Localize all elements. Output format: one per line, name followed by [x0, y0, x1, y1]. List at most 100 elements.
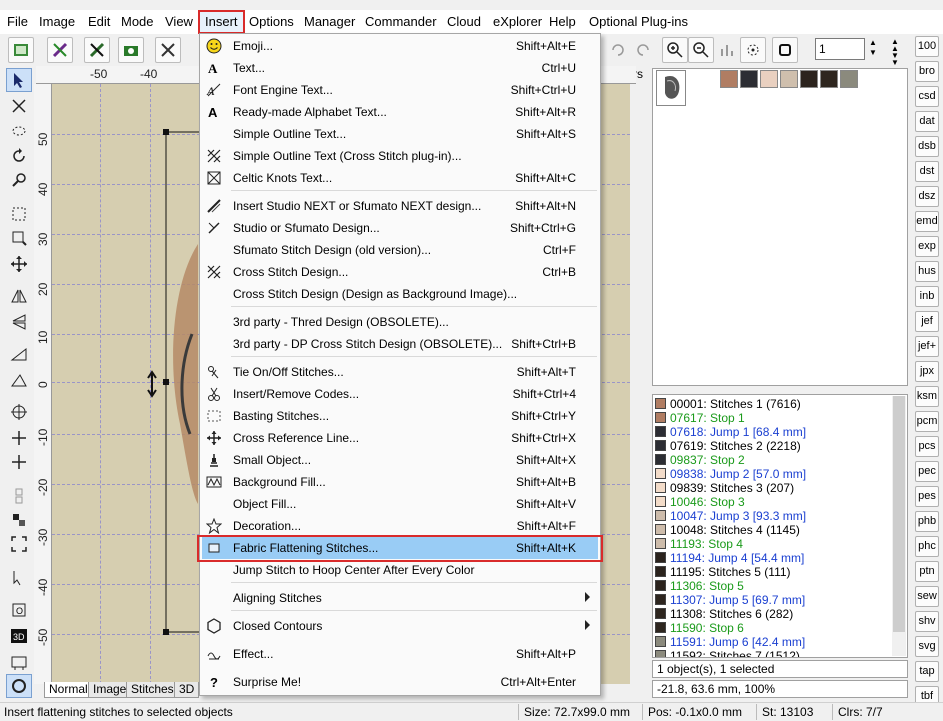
mirror-vertical-icon[interactable]	[6, 310, 32, 334]
camera-icon[interactable]	[118, 37, 144, 63]
menu-optional-plug-ins[interactable]: Optional Plug-ins	[582, 10, 695, 34]
filetype-button-dat[interactable]: dat	[915, 111, 939, 132]
filetype-button-exp[interactable]: exp	[915, 236, 939, 257]
list-item[interactable]: 00001: Stitches 1 (7616)	[655, 397, 891, 411]
list-item[interactable]: 10046: Stop 3	[655, 495, 891, 509]
filetype-button-pec[interactable]: pec	[915, 461, 939, 482]
list-item[interactable]: 10048: Stitches 4 (1145)	[655, 523, 891, 537]
menu-cloud[interactable]: Cloud	[440, 10, 488, 34]
rotate-icon[interactable]	[6, 144, 32, 168]
menu-item-cross-reference-line[interactable]: Cross Reference Line... Shift+Ctrl+X	[202, 427, 598, 449]
menu-item-simple-outline-text[interactable]: Simple Outline Text... Shift+Alt+S	[202, 123, 598, 145]
menu-item-text[interactable]: A Text... Ctrl+U	[202, 57, 598, 79]
color-list[interactable]: 00001: Stitches 1 (7616) 07617: Stop 1 076…	[652, 394, 908, 658]
filetype-button-pcs[interactable]: pcs	[915, 436, 939, 457]
menu-edit[interactable]: Edit	[81, 10, 117, 34]
menu-item-emoji[interactable]: Emoji... Shift+Alt+E	[202, 35, 598, 57]
list-item[interactable]: 11307: Jump 5 [69.7 mm]	[655, 593, 891, 607]
menu-file[interactable]: File	[0, 10, 35, 34]
color-swatch[interactable]	[740, 70, 758, 88]
list-item[interactable]: 11195: Stitches 5 (111)	[655, 565, 891, 579]
color-swatch[interactable]	[720, 70, 738, 88]
lasso-select-icon[interactable]	[6, 94, 32, 118]
menu-item-surprise-me[interactable]: ? Surprise Me! Ctrl+Alt+Enter	[202, 671, 598, 693]
list-item[interactable]: 10047: Jump 3 [93.3 mm]	[655, 509, 891, 523]
color-swatch[interactable]	[780, 70, 798, 88]
stitch-edit-icon[interactable]	[6, 566, 32, 590]
filetype-button-ptn[interactable]: ptn	[915, 561, 939, 582]
move-icon[interactable]	[6, 252, 32, 276]
zoom-spinner[interactable]: ▲ ▼	[867, 38, 879, 60]
filetype-button-100[interactable]: 100	[915, 36, 939, 57]
menu-item-effect[interactable]: Effect... Shift+Alt+P	[202, 643, 598, 665]
menu-item-celtic-knots-text[interactable]: Celtic Knots Text... Shift+Alt+C	[202, 167, 598, 189]
filetype-button-hus[interactable]: hus	[915, 261, 939, 282]
menu-help[interactable]: Help	[542, 10, 583, 34]
menu-item-background-fill[interactable]: Background Fill... Shift+Alt+B	[202, 471, 598, 493]
filetype-button-inb[interactable]: inb	[915, 286, 939, 307]
filetype-button-phc[interactable]: phc	[915, 536, 939, 557]
menu-item-3rd-party-thred-design-obsolete[interactable]: 3rd party - Thred Design (OBSOLETE)...	[202, 311, 598, 333]
menu-item-studio-or-sfumato-design[interactable]: Studio or Sfumato Design... Shift+Ctrl+G	[202, 217, 598, 239]
undo-icon[interactable]	[605, 37, 631, 63]
scrollbar-thumb[interactable]	[893, 396, 905, 632]
menu-item-closed-contours[interactable]: Closed Contours	[202, 615, 598, 637]
menu-insert[interactable]: Insert	[198, 10, 245, 34]
color-swatch[interactable]	[840, 70, 858, 88]
fit-icon[interactable]	[6, 532, 32, 556]
filetype-button-ksm[interactable]: ksm	[915, 386, 939, 407]
skew-alt-icon[interactable]	[6, 368, 32, 392]
menu-explorer[interactable]: eXplorer	[486, 10, 549, 34]
tab-image[interactable]: Image	[88, 682, 132, 698]
list-item[interactable]: 11591: Jump 6 [42.4 mm]	[655, 635, 891, 649]
zoom-in-icon[interactable]	[662, 37, 688, 63]
list-item[interactable]: 11590: Stop 6	[655, 621, 891, 635]
menu-view[interactable]: View	[158, 10, 200, 34]
tab-normal[interactable]: Normal	[44, 682, 93, 698]
filetype-button-dsb[interactable]: dsb	[915, 136, 939, 157]
filetype-button-jef[interactable]: jef	[915, 311, 939, 332]
design-thumbnail[interactable]	[656, 70, 686, 106]
menu-manager[interactable]: Manager	[297, 10, 362, 34]
zoom-tool-icon[interactable]	[6, 168, 32, 192]
menu-item-insert-remove-codes[interactable]: Insert/Remove Codes... Shift+Ctrl+4	[202, 383, 598, 405]
list-item[interactable]: 11194: Jump 4 [54.4 mm]	[655, 551, 891, 565]
new-design-icon[interactable]	[8, 37, 34, 63]
filetype-button-jpx[interactable]: jpx	[915, 361, 939, 382]
redo-icon[interactable]	[630, 37, 656, 63]
menu-item-cross-stitch-design[interactable]: Cross Stitch Design... Ctrl+B	[202, 261, 598, 283]
tab-stitches[interactable]: Stitches	[126, 682, 179, 698]
filetype-button-shv[interactable]: shv	[915, 611, 939, 632]
menu-item-ready-made-alphabet-text[interactable]: A Ready-made Alphabet Text... Shift+Alt+R	[202, 101, 598, 123]
scroll-arrows[interactable]: ▲ ▲ ▼ ▼	[884, 38, 906, 67]
stop-code-icon[interactable]: O	[6, 598, 32, 622]
filetype-button-dst[interactable]: dst	[915, 161, 939, 182]
menu-item-object-fill[interactable]: Object Fill... Shift+Alt+V	[202, 493, 598, 515]
filetype-button-sew[interactable]: sew	[915, 586, 939, 607]
menu-item-basting-stitches[interactable]: Basting Stitches... Shift+Ctrl+Y	[202, 405, 598, 427]
stats-icon[interactable]	[714, 37, 740, 63]
needle-tool-icon[interactable]	[47, 37, 73, 63]
resize-icon[interactable]	[6, 226, 32, 250]
filetype-button-pcm[interactable]: pcm	[915, 411, 939, 432]
menu-item-cross-stitch-design-design-as-background-image[interactable]: Cross Stitch Design (Design as Backgroun…	[202, 283, 598, 305]
list-item[interactable]: 11306: Stop 5	[655, 579, 891, 593]
stop-icon[interactable]	[772, 37, 798, 63]
menu-item-aligning-stitches[interactable]: Aligning Stitches	[202, 587, 598, 609]
list-item[interactable]: 07618: Jump 1 [68.4 mm]	[655, 425, 891, 439]
menu-item-insert-studio-next-or-sfumato-next-design[interactable]: Insert Studio NEXT or Sfumato NEXT desig…	[202, 195, 598, 217]
menu-item-tie-on-off-stitches[interactable]: Tie On/Off Stitches... Shift+Alt+T	[202, 361, 598, 383]
menu-item-font-engine-text[interactable]: A Font Engine Text... Shift+Ctrl+U	[202, 79, 598, 101]
filetype-button-jefplus[interactable]: jef+	[915, 336, 939, 357]
filetype-button-bro[interactable]: bro	[915, 61, 939, 82]
select-points-icon[interactable]	[740, 37, 766, 63]
menu-item-decoration[interactable]: Decoration... Shift+Alt+F	[202, 515, 598, 537]
list-item[interactable]: 09839: Stitches 3 (207)	[655, 481, 891, 495]
filetype-button-dsz[interactable]: dsz	[915, 186, 939, 207]
filetype-button-pes[interactable]: pes	[915, 486, 939, 507]
zoom-value-input[interactable]: 1	[815, 38, 865, 60]
tab-3d[interactable]: 3D	[174, 682, 200, 698]
skew-icon[interactable]	[6, 342, 32, 366]
color-swatch[interactable]	[820, 70, 838, 88]
menu-options[interactable]: Options	[242, 10, 301, 34]
